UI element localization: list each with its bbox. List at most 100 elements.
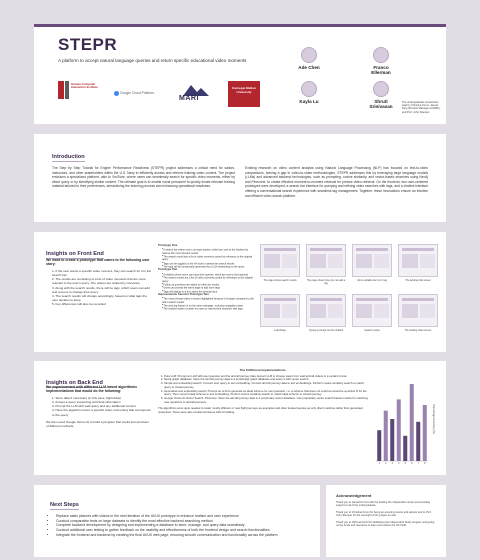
screenshot-caption: The page shows search results: [263, 279, 297, 282]
user-story-list: 1. If the user wants a specific video mo…: [46, 269, 152, 307]
screenshot-caption: The landing chat screen: [405, 279, 431, 282]
google-cloud-icon: [114, 91, 119, 96]
screenshot-caption: Typing a prompt into the chatbot: [308, 329, 344, 332]
mari-logo-text: MARi: [179, 95, 199, 102]
acknowledgement-paragraph: Thank you to Jameshin from Mari for lead…: [336, 501, 430, 508]
list-item: The most relevant video is shown highlig…: [162, 297, 254, 304]
implementations-title: The 8 Different Implementations:: [239, 368, 287, 372]
prototype-notes: Prototype One A search bar where users c…: [158, 243, 254, 311]
screenshot-7: [352, 294, 392, 327]
hcii-logo-mark2-icon: [65, 81, 69, 99]
poster-subtitle: A platform to accept natural language qu…: [58, 58, 247, 63]
screenshot-caption: The landing video screen: [404, 329, 432, 332]
hcii-logo-mark-icon: [58, 81, 64, 99]
list-item: The search results are a list of video m…: [162, 276, 254, 283]
avatar: [373, 81, 389, 97]
list-item: 4. The search results will change accord…: [52, 294, 147, 303]
screenshot-6: [306, 294, 346, 327]
screenshot-8: [398, 294, 438, 327]
google-cloud-text: Google Cloud Platform: [120, 90, 155, 95]
list-item: The chatbot makes it easier for users to…: [162, 307, 254, 311]
next-steps-title: Next Steps: [50, 502, 79, 510]
author-1: Ade Chen: [292, 47, 326, 70]
back-end-section: Insights on Back End We experimented wit…: [34, 361, 446, 475]
chart-tick-label: 6: [411, 462, 413, 465]
list-item: 5. Key differences will also be recorded: [52, 302, 106, 307]
introduction-title: Introduction: [52, 154, 85, 162]
list-item: Google Vertex AI Vector Search, Pinecone…: [164, 396, 368, 404]
chart-bar: [422, 405, 427, 461]
implementations-note: The algorithms were quite needed to reta…: [158, 406, 363, 415]
chart-bar: [416, 421, 421, 461]
cmu-logo: Carnegie Mellon University: [228, 81, 260, 107]
list-item: 2. The results are consisting of a list …: [52, 277, 146, 286]
acknowledgement-section: Acknowledgement Thank you to Jameshin fr…: [326, 485, 446, 557]
prototype-one-title: Prototype One: [158, 243, 178, 247]
authors-block: Ade Chen Franco Ellerman Kayla Lu Shruti…: [292, 35, 442, 115]
author-name: Franco Ellerman: [371, 65, 391, 76]
chart-tick-label: 3: [392, 462, 394, 465]
chart-bar: [383, 410, 388, 461]
acknowledgement-paragraph: Thank you to Christina Krumi for being a…: [336, 510, 432, 518]
chart-tick-label: 4: [398, 462, 400, 465]
author-name: Shruti Srinivasan: [369, 99, 393, 110]
author-name: Ade Chen: [298, 65, 320, 70]
prototype-two-title: Prototype Two: [158, 267, 178, 272]
chart-bar: [409, 384, 414, 461]
poster-title: STEPR: [58, 35, 118, 54]
author-4: Shruti Srinivasan: [364, 81, 398, 110]
screenshot-3: [352, 244, 392, 277]
screenshot-caption: Load Page: [274, 329, 286, 332]
accuracy-chart-svg: Percentage Accuracy (%) 1 2 3 4 5 6 7 8: [376, 384, 436, 465]
introduction-section: Introduction The Step by Step Tutorial f…: [34, 134, 446, 222]
google-cloud-logo: Google Cloud Platform: [114, 91, 170, 103]
front-end-lead: We want to create a prototype that cater…: [46, 258, 150, 267]
chart-tick-label: 2: [385, 462, 387, 465]
implementations-list: The 8 Different Implementations: Pure LL…: [158, 368, 368, 415]
front-end-section: Insights on Front End We want to create …: [34, 232, 446, 352]
chart-bar: [403, 435, 408, 461]
screenshot-1: [260, 244, 300, 277]
accuracy-chart: Percentage Accuracy (%) 1 2 3 4 5 6 7 8: [372, 371, 438, 467]
list-item: A search bar where users can type querie…: [162, 248, 254, 255]
chart-bar: [396, 399, 401, 461]
chart-tick-label: 5: [405, 462, 407, 465]
hcii-logo-text: Human-Computer Interaction Institute: [71, 82, 98, 90]
avatar: [373, 47, 389, 63]
introduction-right-text: Existing research on video content analy…: [245, 166, 428, 198]
hcii-logo: Human-Computer Interaction Institute: [58, 79, 110, 107]
screenshot-2: [306, 244, 346, 277]
screenshot-5: [260, 294, 300, 327]
acknowledgement-paragraph: Thank you to CMU and HCII for facilitati…: [336, 520, 435, 528]
improvements-title: Improvements found in Prototype Two: [158, 292, 209, 297]
logo-row: Human-Computer Interaction Institute Goo…: [58, 79, 268, 111]
chart-bar: [390, 419, 395, 461]
algorithm-steps-list: 1. Store data if necessary (in this case…: [46, 396, 152, 417]
author-3: Kayla Lu: [292, 81, 326, 104]
list-item: 1. If the user wants a specific video mo…: [52, 268, 152, 278]
poster-header: STEPR A platform to accept natural langu…: [34, 24, 446, 124]
author-note: The undergraduate researchers, lead by C…: [402, 101, 441, 114]
list-item: 4. Have the algorithm return a specific …: [52, 408, 151, 417]
back-end-lead: We experimented with different LLM-based…: [46, 385, 138, 394]
list-item: Integrate the frontend and backend by cr…: [56, 533, 304, 538]
prototype-screenshots: The page shows search results The page s…: [260, 244, 440, 348]
chart-tick-label: 8: [424, 462, 426, 465]
screenshot-4: [398, 244, 438, 277]
author-name: Kayla Lu: [299, 99, 319, 104]
acknowledgement-title: Acknowledgement: [336, 493, 372, 498]
chart-tick-label: 1: [379, 462, 381, 465]
chart-y-axis-label: Percentage Accuracy (%): [432, 404, 436, 433]
screenshot-caption: The page shows how you can add a tag: [306, 279, 346, 285]
avatar: [301, 81, 317, 97]
list-item: The search result lists a list of video …: [162, 255, 254, 262]
next-steps-section: Next Steps Replace static pictures with …: [34, 485, 320, 557]
mari-logo: MARi: [173, 83, 221, 107]
list-item: 3. Along with the search results, there …: [52, 285, 150, 294]
introduction-left-text: The Step by Step Tutorial for Engine Per…: [52, 166, 235, 189]
chart-bar: [377, 430, 382, 461]
avatar: [301, 47, 317, 63]
screenshot-caption: Add a variable item on it tag: [357, 279, 387, 282]
chart-tick-label: 7: [418, 462, 420, 465]
screenshot-caption: Search results: [364, 329, 380, 332]
